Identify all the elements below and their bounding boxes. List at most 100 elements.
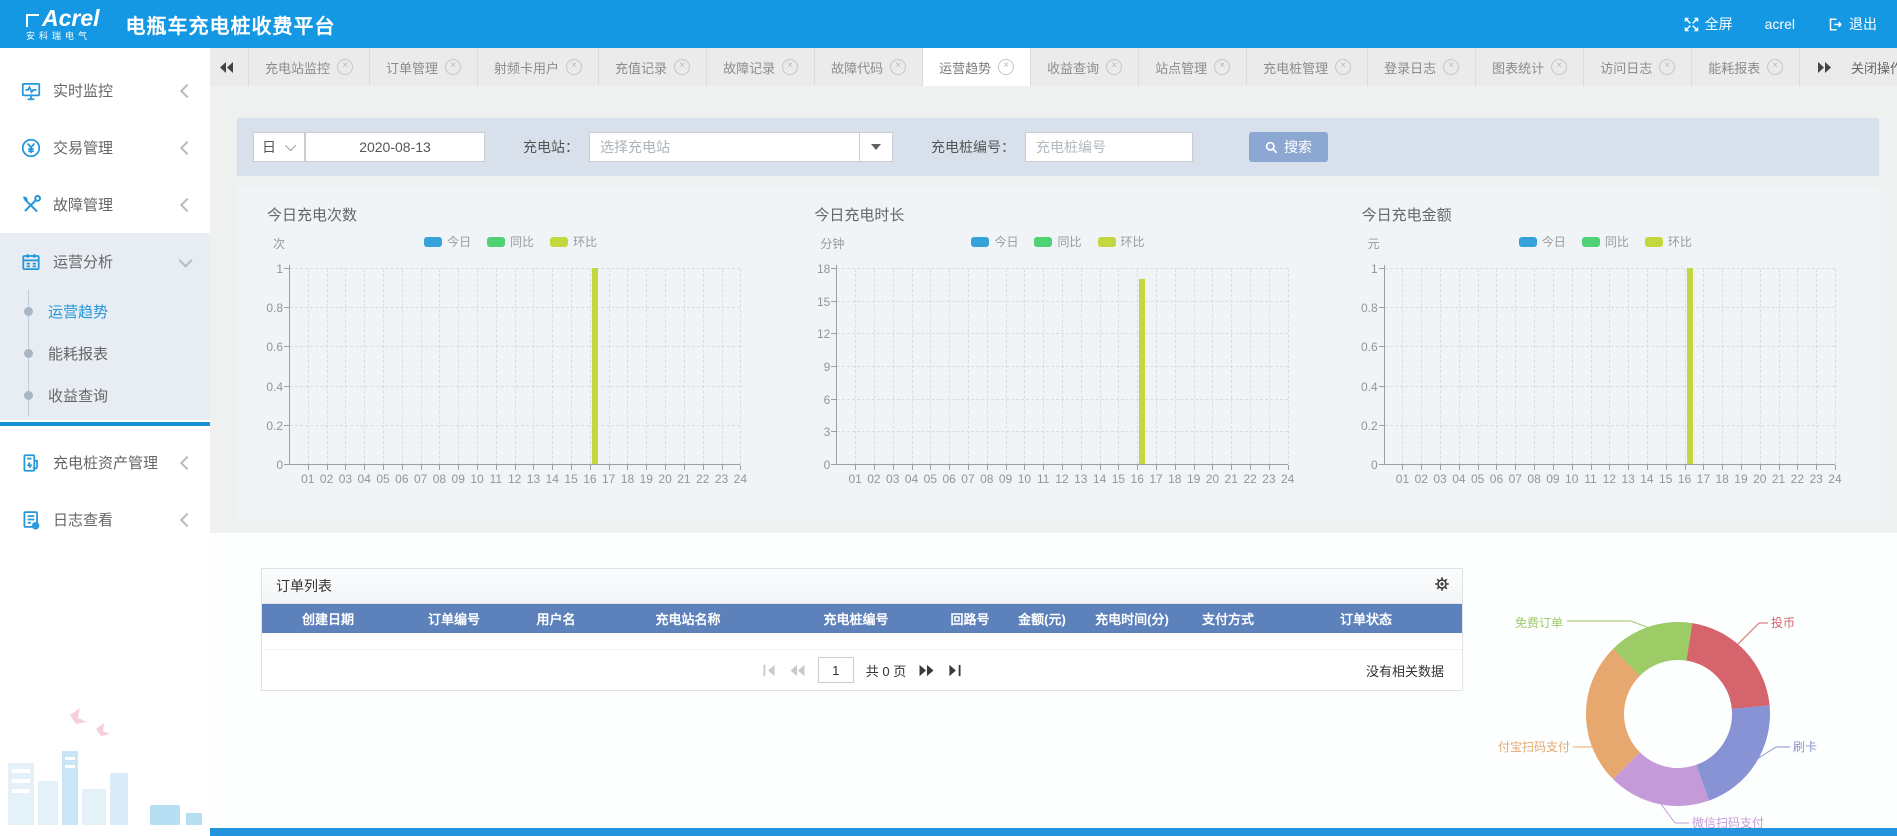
tabs-scroll-left-button[interactable] — [210, 48, 248, 86]
tab-13[interactable]: 能耗报表× — [1692, 48, 1800, 86]
grid-line — [1175, 269, 1176, 464]
tab-0[interactable]: 充电站监控× — [248, 48, 370, 86]
sidebar-item-5[interactable]: 日志查看 — [0, 491, 210, 548]
tab-3[interactable]: 充值记录× — [599, 48, 707, 86]
grid-line — [402, 269, 403, 464]
legend-item[interactable]: 同比 — [487, 233, 534, 250]
grid-line — [590, 269, 591, 464]
x-axis-label: 22 — [1243, 472, 1256, 486]
tab-8[interactable]: 站点管理× — [1139, 48, 1247, 86]
username[interactable]: acrel — [1765, 16, 1795, 32]
legend-item[interactable]: 同比 — [1034, 233, 1081, 250]
legend-item[interactable]: 同比 — [1582, 233, 1629, 250]
grid-line — [722, 269, 723, 464]
x-axis-tick — [1722, 465, 1723, 470]
table-settings-button[interactable] — [1434, 576, 1450, 597]
logout-button[interactable]: 退出 — [1827, 14, 1877, 34]
grid-line — [1288, 269, 1289, 464]
x-axis-label: 20 — [658, 472, 671, 486]
station-select[interactable]: 选择充电站 — [589, 132, 859, 162]
tab-close-icon[interactable]: × — [1335, 59, 1351, 75]
x-axis-tick — [1288, 465, 1289, 470]
x-axis-label: 08 — [980, 472, 993, 486]
x-axis-tick — [1478, 465, 1479, 470]
tab-close-icon[interactable]: × — [445, 59, 461, 75]
sidebar-item-2[interactable]: 故障管理 — [0, 176, 210, 233]
tab-close-icon[interactable]: × — [890, 59, 906, 75]
tab-close-icon[interactable]: × — [566, 59, 582, 75]
first-page-button[interactable] — [762, 664, 777, 677]
tab-4[interactable]: 故障记录× — [707, 48, 815, 86]
tab-close-icon[interactable]: × — [1106, 59, 1122, 75]
close-operations-menu[interactable]: 关闭操作 — [1851, 48, 1897, 86]
legend-item[interactable]: 今日 — [1519, 233, 1566, 250]
tab-close-icon[interactable]: × — [998, 59, 1014, 75]
legend-item[interactable]: 今日 — [424, 233, 471, 250]
station-select-dropdown-button[interactable] — [859, 132, 893, 162]
grid-line — [515, 269, 516, 464]
tab-close-icon[interactable]: × — [1214, 59, 1230, 75]
x-axis-label: 24 — [1828, 472, 1841, 486]
sidebar-subitem-0[interactable]: 运营趋势 — [0, 290, 210, 332]
pile-number-input[interactable] — [1025, 132, 1193, 162]
tab-7[interactable]: 收益查询× — [1031, 48, 1139, 86]
filter-bar: 日 充电站： 选择充电站 充电桩编号： 搜索 — [237, 118, 1879, 176]
bar-环比 — [1687, 268, 1693, 464]
chevron-left-icon — [180, 512, 194, 526]
sidebar-item-1[interactable]: 交易管理 — [0, 119, 210, 176]
tab-5[interactable]: 故障代码× — [815, 48, 923, 86]
tab-close-icon[interactable]: × — [674, 59, 690, 75]
tab-close-icon[interactable]: × — [1443, 59, 1459, 75]
next-page-button[interactable] — [918, 664, 935, 677]
tab-1[interactable]: 订单管理× — [370, 48, 478, 86]
fault-icon — [20, 194, 42, 216]
legend-swatch — [971, 237, 989, 247]
tab-close-icon[interactable]: × — [1767, 59, 1783, 75]
previous-page-button[interactable] — [789, 664, 806, 677]
date-input[interactable] — [305, 132, 485, 162]
y-axis-tick — [831, 268, 836, 269]
legend-item[interactable]: 环比 — [550, 233, 597, 250]
tab-9[interactable]: 充电桩管理× — [1247, 48, 1368, 86]
fullscreen-icon — [1684, 17, 1699, 32]
legend-item[interactable]: 环比 — [1098, 233, 1145, 250]
period-select[interactable]: 日 — [253, 132, 305, 162]
x-axis-label: 07 — [414, 472, 427, 486]
tab-close-icon[interactable]: × — [1551, 59, 1567, 75]
tab-6[interactable]: 运营趋势× — [923, 48, 1031, 86]
tab-12[interactable]: 访问日志× — [1584, 48, 1692, 86]
grid-line — [1231, 269, 1232, 464]
x-axis-tick — [987, 465, 988, 470]
tab-close-icon[interactable]: × — [782, 59, 798, 75]
x-axis-label: 02 — [320, 472, 333, 486]
search-button[interactable]: 搜索 — [1249, 132, 1328, 162]
tab-10[interactable]: 登录日志× — [1368, 48, 1476, 86]
sidebar-item-4[interactable]: 充电桩资产管理 — [0, 434, 210, 491]
x-axis-tick — [1572, 465, 1573, 470]
tab-close-icon[interactable]: × — [1659, 59, 1675, 75]
fullscreen-button[interactable]: 全屏 — [1684, 14, 1733, 34]
page-number-input[interactable] — [818, 657, 854, 683]
station-placeholder: 选择充电站 — [600, 137, 670, 157]
x-axis-label: 22 — [696, 472, 709, 486]
grid-line — [627, 269, 628, 464]
tab-11[interactable]: 图表统计× — [1476, 48, 1584, 86]
y-axis-tick — [284, 268, 289, 269]
tab-close-icon[interactable]: × — [337, 59, 353, 75]
legend-item[interactable]: 环比 — [1645, 233, 1692, 250]
tab-2[interactable]: 射频卡用户× — [478, 48, 599, 86]
x-axis-label: 10 — [1018, 472, 1031, 486]
tabs-scroll-right-button[interactable] — [1807, 48, 1845, 86]
legend-item[interactable]: 今日 — [971, 233, 1018, 250]
sidebar-subitem-1[interactable]: 能耗报表 — [0, 332, 210, 374]
y-axis-tick — [284, 425, 289, 426]
last-page-button[interactable] — [947, 664, 962, 677]
x-axis-tick — [627, 465, 628, 470]
sidebar-subitem-2[interactable]: 收益查询 — [0, 374, 210, 416]
grid-line — [703, 269, 704, 464]
sidebar-item-3[interactable]: 运营分析 — [0, 233, 210, 290]
orders-table-body-empty — [262, 633, 1462, 649]
sidebar-item-0[interactable]: 实时监控 — [0, 62, 210, 119]
column-header-0: 创建日期 — [262, 609, 394, 628]
column-header-5: 回路号 — [934, 609, 1006, 628]
